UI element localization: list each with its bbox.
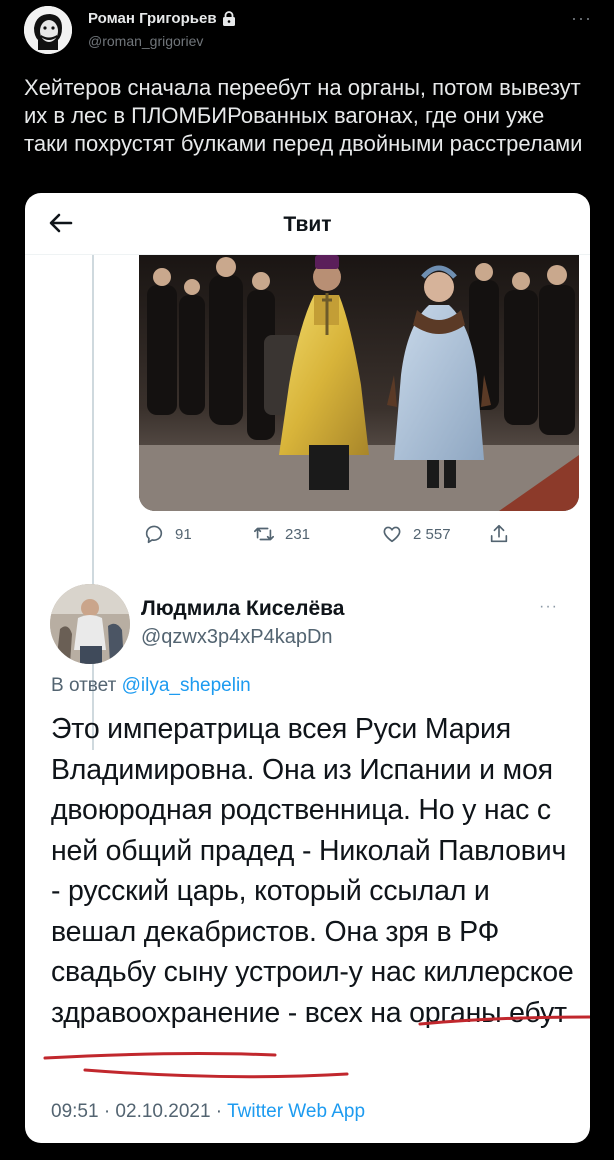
retweet-icon — [254, 527, 274, 541]
like-action[interactable]: 2 557 — [381, 523, 451, 545]
retweet-count: 231 — [285, 525, 311, 543]
more-options-icon[interactable]: ··· — [571, 8, 592, 29]
outer-author-avatar[interactable] — [24, 6, 72, 54]
heart-icon — [383, 526, 401, 543]
reply-prefix: В ответ — [51, 675, 117, 696]
reply-author-avatar[interactable] — [50, 584, 130, 664]
reply-icon — [145, 525, 163, 544]
screenshot-header-title: Твит — [283, 213, 332, 236]
reply-action[interactable]: 91 — [143, 523, 192, 545]
reply-author-name[interactable]: Людмила Киселёва — [141, 597, 344, 621]
lock-icon — [222, 11, 236, 26]
reply-to-line: В ответ @ilya_shepelin — [51, 675, 251, 697]
reply-more-icon[interactable]: ··· — [539, 598, 558, 616]
retweet-action[interactable]: 231 — [253, 523, 310, 545]
outer-author-handle[interactable]: @roman_grigoriev — [88, 33, 203, 49]
share-action[interactable] — [488, 523, 510, 545]
outer-author-name[interactable]: Роман Григорьев — [88, 10, 217, 27]
reply-source-link[interactable]: Twitter Web App — [227, 1101, 365, 1122]
share-icon — [490, 524, 508, 543]
reply-timestamp: 09:51 · 02.10.2021 · Twitter Web App — [51, 1101, 365, 1123]
embedded-tweet-screenshot[interactable]: Твит 91 231 2 557 Людмила Киселёва @qzwx… — [25, 193, 590, 1143]
screenshot-header: Твит — [25, 193, 590, 255]
tweet-actions: 91 231 2 557 — [143, 523, 563, 553]
embedded-photo — [139, 255, 579, 511]
reply-tweet-text: Это императрица всея Руси Мария Владимир… — [51, 713, 574, 1029]
reply-time: 09:51 · 02.10.2021 · — [51, 1101, 223, 1122]
reply-mention-link[interactable]: @ilya_shepelin — [122, 675, 251, 696]
reply-author-handle[interactable]: @qzwx3p4xP4kapDn — [141, 626, 333, 649]
like-count: 2 557 — [413, 525, 451, 543]
outer-tweet-text: Хейтеров сначала переебут на органы, пот… — [24, 75, 583, 156]
reply-count: 91 — [175, 525, 192, 543]
